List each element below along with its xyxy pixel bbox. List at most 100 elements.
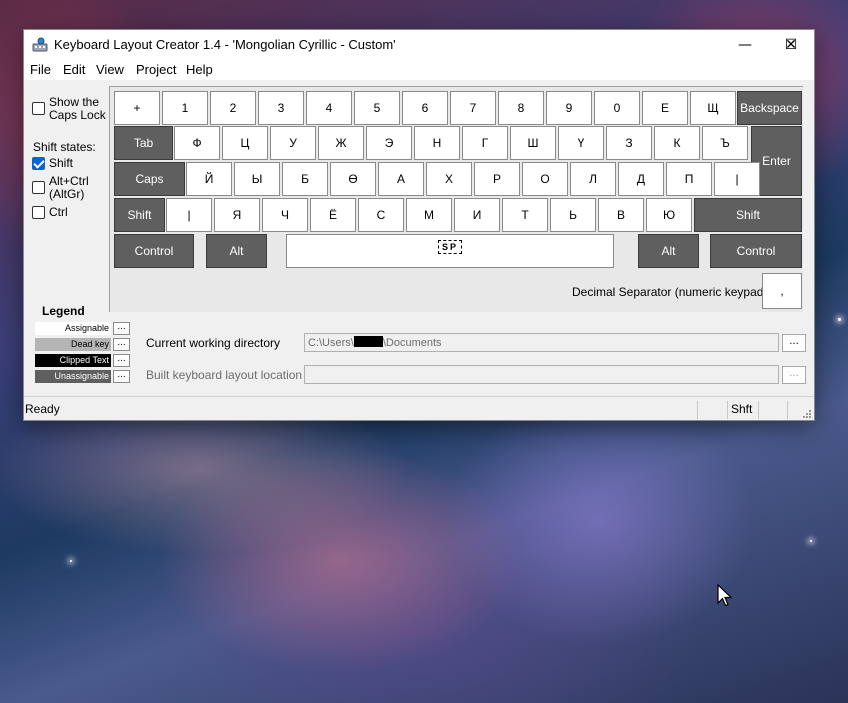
key-row4-8[interactable]: Т (502, 198, 548, 232)
background-star (810, 540, 812, 542)
key-row3-4[interactable]: Ө (330, 162, 376, 196)
key-row3-11[interactable]: П (666, 162, 712, 196)
key-row1-1[interactable]: + (114, 91, 160, 125)
menu-view[interactable]: View (96, 62, 124, 77)
show-caps-lock-checkbox[interactable] (32, 102, 45, 115)
shift-checkbox-label: Shift (49, 156, 74, 170)
key-row1-13[interactable]: Щ (690, 91, 736, 125)
key-row3-6[interactable]: Х (426, 162, 472, 196)
key-row3-10[interactable]: Д (618, 162, 664, 196)
build-location-field[interactable] (304, 365, 779, 384)
key-control-right[interactable]: Control (710, 234, 802, 268)
key-row4-6[interactable]: М (406, 198, 452, 232)
ctrl-checkbox[interactable] (32, 206, 45, 219)
legend-item: Assignable (35, 322, 111, 335)
key-row3-5[interactable]: А (378, 162, 424, 196)
key-row4-2[interactable]: Я (214, 198, 260, 232)
key-row3-12[interactable]: | (714, 162, 760, 196)
key-tab[interactable]: Tab (114, 126, 173, 160)
key-control-left[interactable]: Control (114, 234, 194, 268)
key-row1-3[interactable]: 2 (210, 91, 256, 125)
build-location-browse-button[interactable]: ... (782, 366, 806, 384)
key-backspace[interactable]: Backspace (737, 91, 802, 125)
background-star (838, 318, 841, 321)
key-row2-6[interactable]: Н (414, 126, 460, 160)
key-row4-7[interactable]: И (454, 198, 500, 232)
title-bar[interactable]: Keyboard Layout Creator 1.4 - 'Mongolian… (24, 30, 814, 60)
key-shift-right[interactable]: Shift (694, 198, 802, 232)
menu-file[interactable]: File (30, 62, 51, 77)
key-alt-left[interactable]: Alt (206, 234, 267, 268)
key-row1-6[interactable]: 5 (354, 91, 400, 125)
key-row3-2[interactable]: Ы (234, 162, 280, 196)
shift-checkbox[interactable] (32, 157, 45, 170)
key-row1-5[interactable]: 4 (306, 91, 352, 125)
key-caps[interactable]: Caps (114, 162, 185, 196)
key-row2-4[interactable]: Ж (318, 126, 364, 160)
legend-color-button[interactable]: ... (113, 322, 130, 335)
minimize-icon: — (738, 37, 752, 53)
minimize-button[interactable]: — (722, 30, 768, 60)
legend-color-button[interactable]: ... (113, 354, 130, 367)
legend-color-button[interactable]: ... (113, 370, 130, 383)
key-row2-10[interactable]: З (606, 126, 652, 160)
app-window: Keyboard Layout Creator 1.4 - 'Mongolian… (23, 29, 815, 421)
ctrl-checkbox-label: Ctrl (49, 205, 68, 219)
cwd-field[interactable]: C:\Users\ \Documents (304, 333, 779, 352)
menu-edit[interactable]: Edit (63, 62, 85, 77)
shift-state-indicator: Shft (731, 402, 753, 416)
legend-item: Unassignable (35, 370, 111, 383)
menu-bar: File Edit View Project Help (24, 60, 814, 80)
key-row2-3[interactable]: У (270, 126, 316, 160)
key-row4-3[interactable]: Ч (262, 198, 308, 232)
status-text: Ready (25, 402, 60, 416)
key-row1-10[interactable]: 9 (546, 91, 592, 125)
key-row4-1[interactable]: | (166, 198, 212, 232)
key-row1-11[interactable]: 0 (594, 91, 640, 125)
key-row2-12[interactable]: Ъ (702, 126, 748, 160)
menu-project[interactable]: Project (136, 62, 176, 77)
altgr-checkbox[interactable] (32, 181, 45, 194)
key-space[interactable]: SP (286, 234, 614, 268)
key-alt-right[interactable]: Alt (638, 234, 699, 268)
key-row1-7[interactable]: 6 (402, 91, 448, 125)
key-row2-5[interactable]: Э (366, 126, 412, 160)
close-icon: ✕ (785, 37, 797, 53)
key-row1-4[interactable]: 3 (258, 91, 304, 125)
key-row3-7[interactable]: Р (474, 162, 520, 196)
space-key-label: SP (437, 240, 462, 254)
key-row4-10[interactable]: В (598, 198, 644, 232)
status-separator (787, 401, 788, 419)
key-row1-9[interactable]: 8 (498, 91, 544, 125)
key-row4-5[interactable]: С (358, 198, 404, 232)
key-row4-9[interactable]: Ь (550, 198, 596, 232)
key-row3-8[interactable]: О (522, 162, 568, 196)
decimal-separator-label: Decimal Separator (numeric keypad) (572, 285, 768, 299)
status-separator (727, 401, 728, 419)
altgr-checkbox-label-line2: (AltGr) (49, 187, 85, 201)
key-row1-12[interactable]: Е (642, 91, 688, 125)
key-row4-11[interactable]: Ю (646, 198, 692, 232)
legend-item: Dead key (35, 338, 111, 351)
key-decimal-separator[interactable]: , (762, 273, 802, 309)
key-row2-1[interactable]: Ф (174, 126, 220, 160)
key-row1-8[interactable]: 7 (450, 91, 496, 125)
key-row2-2[interactable]: Ц (222, 126, 268, 160)
status-separator (697, 401, 698, 419)
key-shift-left[interactable]: Shift (114, 198, 165, 232)
key-row2-8[interactable]: Ш (510, 126, 556, 160)
keyboard-app-icon (32, 37, 48, 52)
legend-color-button[interactable]: ... (113, 338, 130, 351)
key-row2-9[interactable]: Ү (558, 126, 604, 160)
cwd-browse-button[interactable]: ... (782, 334, 806, 352)
key-row2-7[interactable]: Г (462, 126, 508, 160)
menu-help[interactable]: Help (186, 62, 213, 77)
key-row2-11[interactable]: К (654, 126, 700, 160)
key-row3-3[interactable]: Б (282, 162, 328, 196)
key-row3-1[interactable]: Й (186, 162, 232, 196)
resize-grip-icon[interactable] (802, 409, 812, 419)
key-row1-2[interactable]: 1 (162, 91, 208, 125)
key-row3-9[interactable]: Л (570, 162, 616, 196)
close-button[interactable]: ✕ (768, 30, 814, 60)
key-row4-4[interactable]: Ё (310, 198, 356, 232)
